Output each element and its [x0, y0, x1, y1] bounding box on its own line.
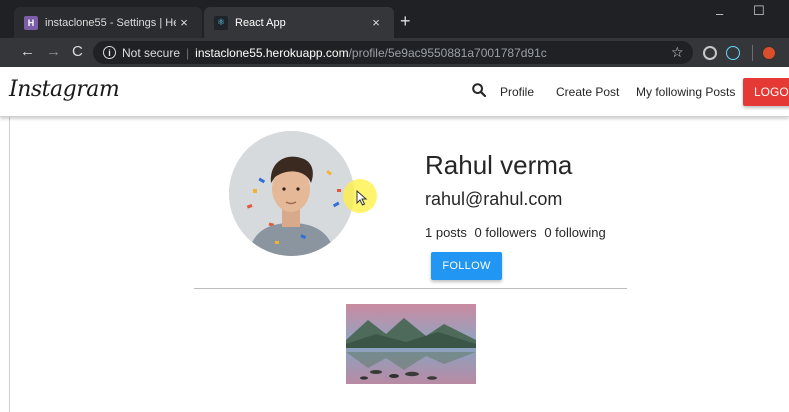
instagram-logo[interactable]: Instagram — [9, 77, 120, 102]
lake-landscape-image — [346, 304, 476, 384]
tab-close-icon[interactable]: × — [368, 15, 384, 30]
new-tab-button[interactable]: + — [400, 12, 411, 30]
browser-tab-react-app[interactable]: ⚛ React App × — [204, 7, 394, 38]
heroku-favicon-icon: H — [24, 15, 38, 30]
profile-avatar-icon[interactable] — [762, 46, 776, 60]
window-minimize-button[interactable]: – — [716, 6, 723, 21]
follow-button[interactable]: FOLLOW — [431, 252, 502, 280]
profile-divider — [194, 288, 627, 289]
extension-circle-icon[interactable] — [703, 46, 717, 60]
profile-stats: 1 posts 0 followers 0 following — [425, 225, 610, 240]
react-favicon-icon: ⚛ — [214, 15, 228, 30]
browser-tab-heroku[interactable]: H instaclone55 - Settings | Heroku × — [14, 7, 202, 38]
url-host: instaclone55.herokuapp.com — [195, 45, 349, 60]
profile-avatar — [229, 131, 354, 256]
back-button[interactable]: ← — [20, 43, 35, 61]
avatar-photo — [229, 131, 354, 256]
logout-button[interactable]: LOGOUT — [743, 78, 789, 106]
search-icon[interactable] — [472, 83, 486, 97]
window-edge — [9, 67, 10, 412]
posts-count: 1 posts — [425, 225, 467, 240]
forward-button[interactable]: → — [46, 43, 61, 61]
window-maximize-button[interactable]: ☐ — [753, 3, 765, 19]
browser-tab-bar: H instaclone55 - Settings | Heroku × ⚛ R… — [0, 0, 789, 38]
reload-button[interactable]: C — [72, 43, 83, 61]
info-icon[interactable]: i — [103, 46, 116, 59]
profile-email: rahul@rahul.com — [425, 189, 563, 209]
toolbar-divider — [752, 45, 753, 61]
tab-title: instaclone55 - Settings | Heroku — [45, 16, 176, 29]
nav-profile-link[interactable]: Profile — [500, 85, 534, 99]
nav-create-post-link[interactable]: Create Post — [556, 85, 619, 99]
url-path: /profile/5e9ac9550881a7001787d91c — [348, 45, 547, 60]
followers-count: 0 followers — [474, 225, 537, 240]
profile-name: Rahul verma — [425, 150, 573, 180]
post-thumbnail[interactable] — [346, 304, 476, 384]
bookmark-star-icon[interactable]: ☆ — [671, 44, 684, 61]
tab-title: React App — [235, 16, 286, 29]
app-navbar: Instagram Profile Create Post My followi… — [0, 67, 789, 117]
following-count: 0 following — [544, 225, 606, 240]
address-bar[interactable]: i Not secure | instaclone55.herokuapp.co… — [93, 41, 693, 64]
mouse-pointer-icon — [356, 190, 368, 206]
tab-close-icon[interactable]: × — [176, 15, 192, 30]
security-label: Not secure — [122, 45, 181, 60]
react-devtools-icon[interactable] — [726, 46, 740, 60]
nav-following-posts-link[interactable]: My following Posts — [636, 85, 735, 99]
page-content: Instagram Profile Create Post My followi… — [0, 67, 789, 412]
address-separator: | — [186, 45, 190, 60]
